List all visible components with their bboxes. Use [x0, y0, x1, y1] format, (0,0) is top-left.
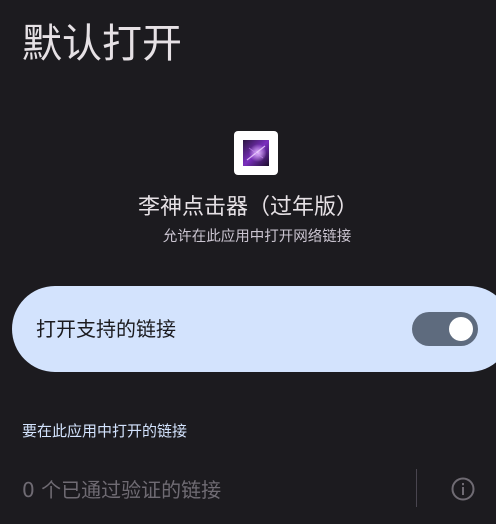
divider [416, 469, 417, 507]
switch-thumb [449, 317, 473, 341]
open-supported-links-switch[interactable] [412, 312, 478, 346]
info-icon[interactable] [450, 476, 476, 502]
default-open-settings-page: 默认打开 李神点击器（过年版） 允许在此应用中打开网络链接 打开支持的链接 要在… [0, 0, 496, 524]
app-icon-image [243, 140, 269, 166]
open-supported-links-toggle-row[interactable]: 打开支持的链接 [12, 286, 496, 372]
info-icon-glyph [451, 477, 475, 501]
links-section-header: 要在此应用中打开的链接 [22, 422, 188, 440]
verified-links-item[interactable]: 0 个已通过验证的链接 [22, 475, 221, 505]
app-icon [234, 131, 278, 175]
open-supported-links-label: 打开支持的链接 [36, 317, 176, 341]
page-title: 默认打开 [22, 21, 182, 67]
app-name: 李神点击器（过年版） [137, 195, 358, 220]
app-subtitle: 允许在此应用中打开网络链接 [162, 229, 352, 245]
